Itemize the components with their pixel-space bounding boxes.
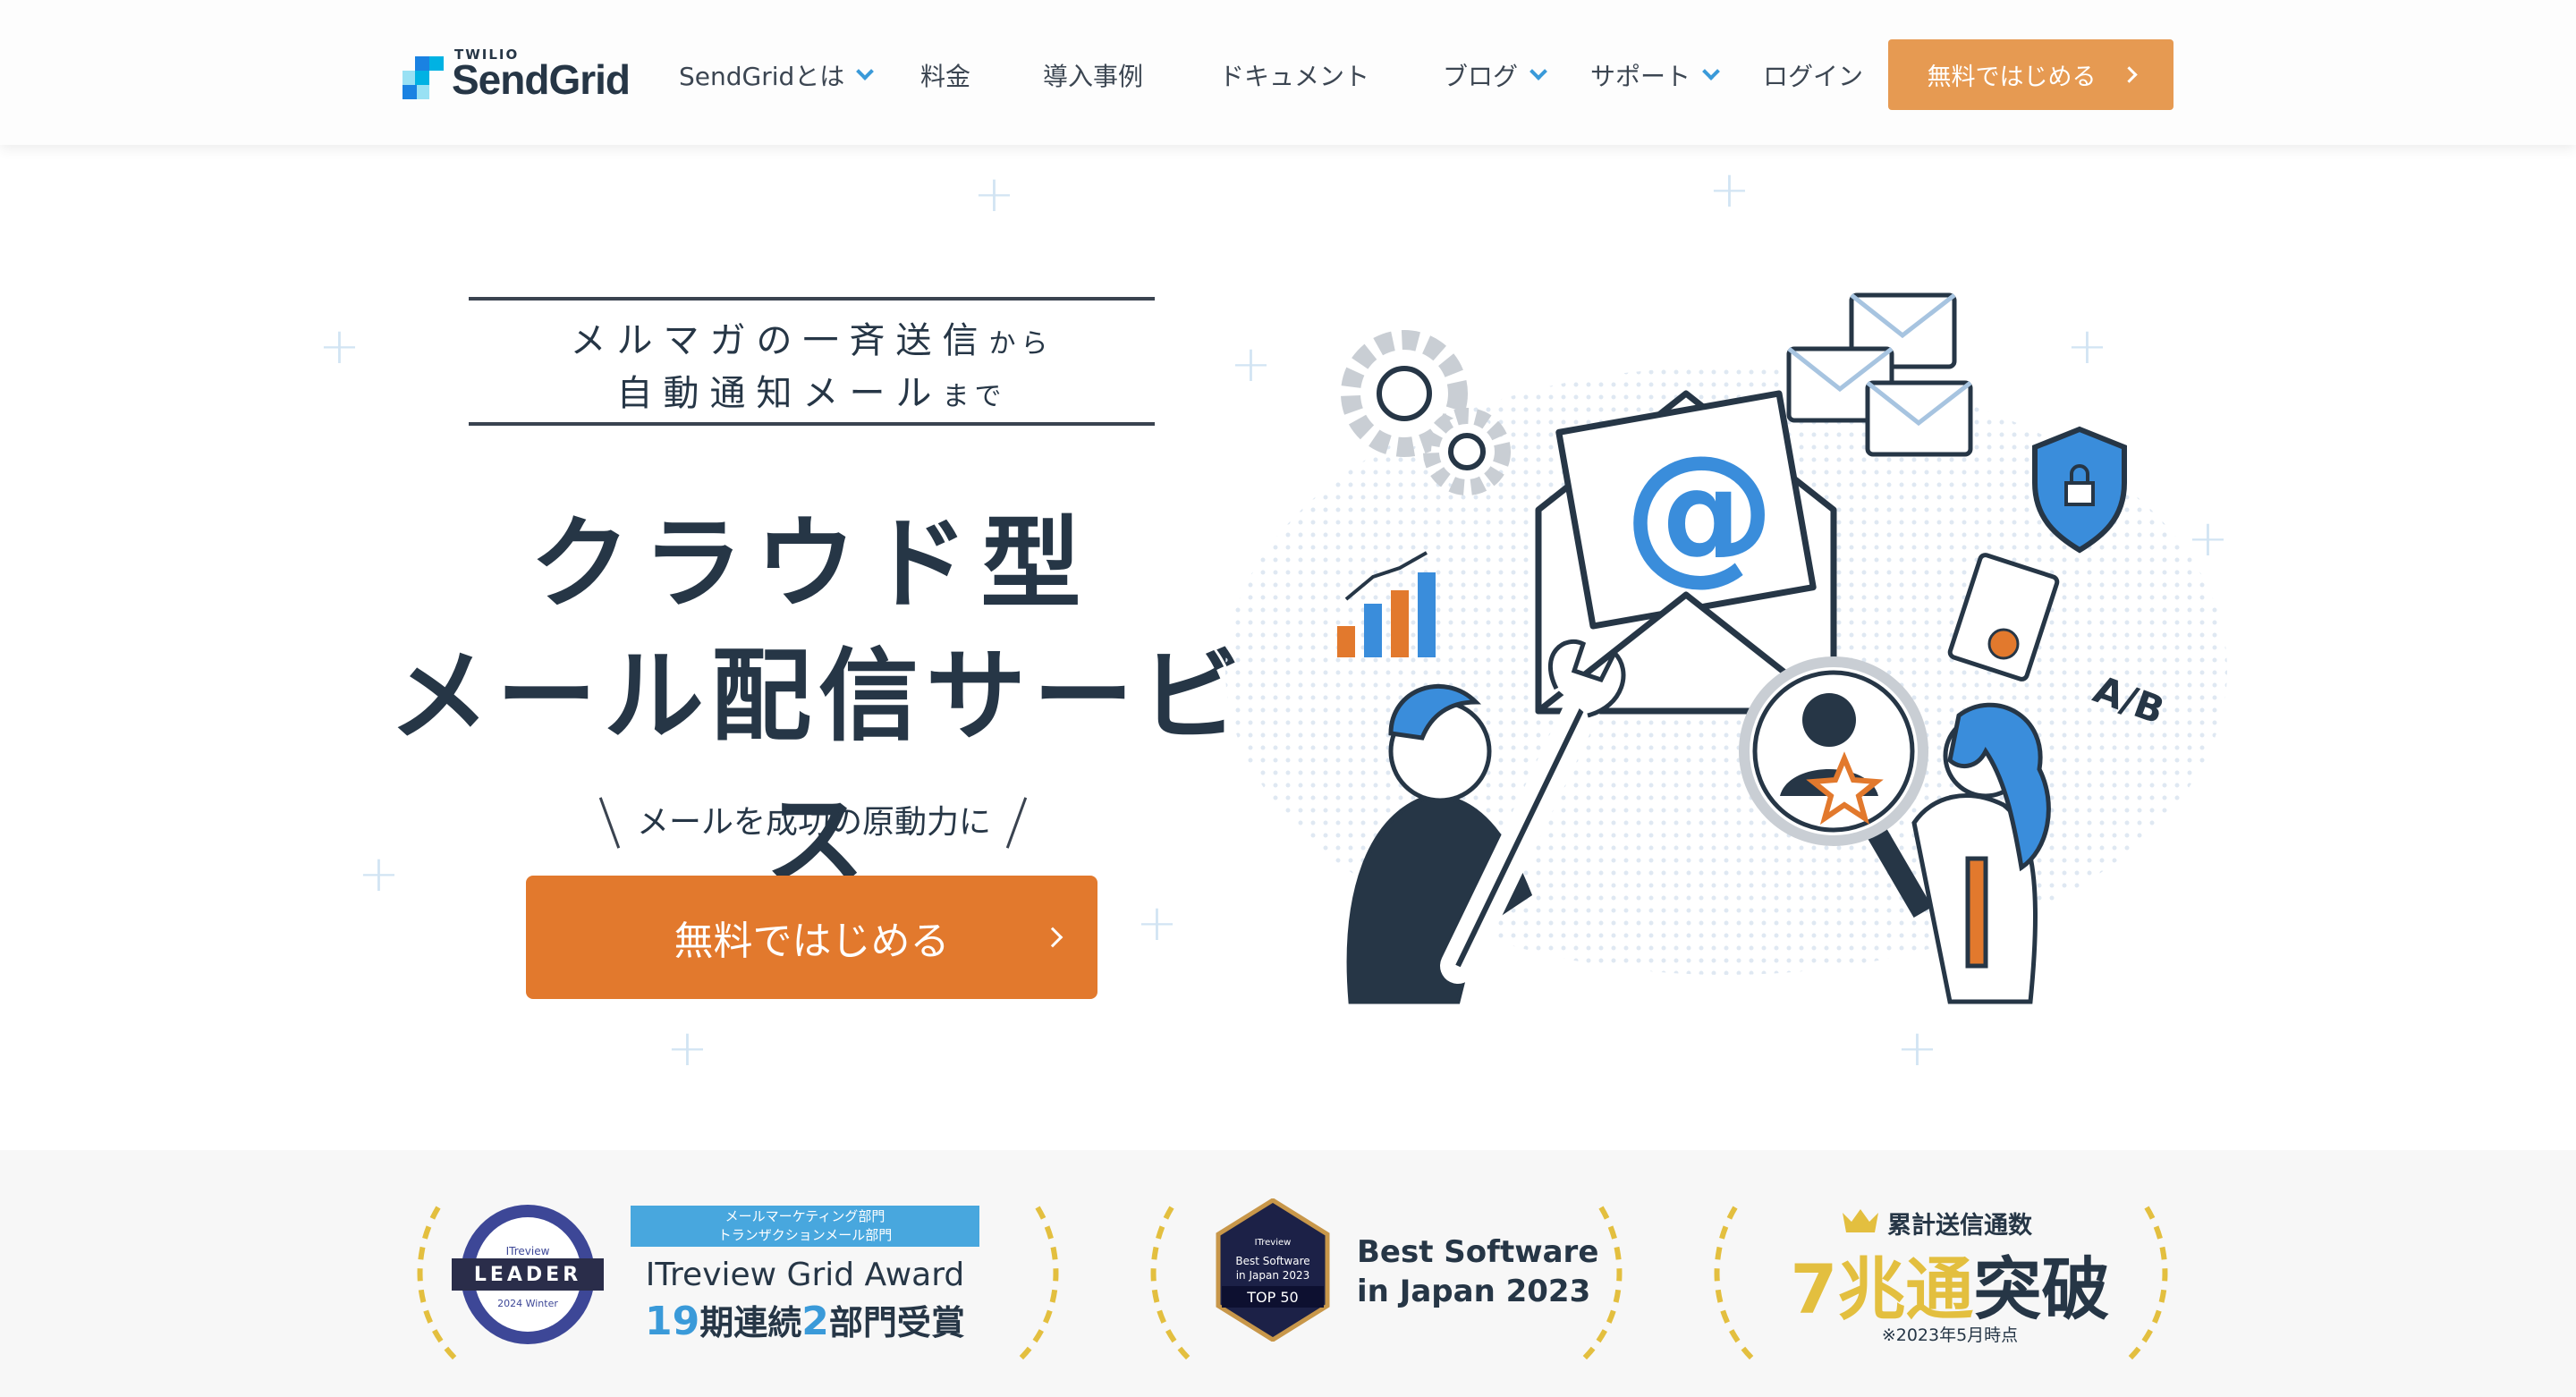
tagline-text: メルマガの一斉送信 [570, 320, 989, 361]
highlight-number: 2 [801, 1299, 829, 1344]
nav-pricing[interactable]: 料金 [920, 57, 970, 93]
hero-illustration: A/B @ [1225, 292, 2227, 1004]
nav-login[interactable]: ログイン [1763, 57, 1863, 93]
nav-label: SendGridとは [679, 62, 845, 91]
nav-docs[interactable]: ドキュメント [1219, 57, 1369, 93]
logo-sendgrid-text: SendGrid [452, 56, 631, 103]
nav-label: サポート [1590, 62, 1691, 91]
tagline-small: まで [942, 381, 1007, 412]
award-text: 期連続 [699, 1303, 802, 1342]
best-software-badge: ITreview Best Software in Japan 2023 TOP… [1216, 1198, 1330, 1342]
ribbon-line: トランザクションメール部門 [717, 1227, 893, 1243]
ribbon-line: メールマーケティング部門 [724, 1208, 886, 1224]
highlight-number: 19 [645, 1299, 700, 1344]
svg-text:ITreview: ITreview [506, 1245, 550, 1257]
award-title: ITreview Grid Award [645, 1257, 965, 1293]
chevron-down-icon [1702, 63, 1720, 80]
plus-decoration-icon: + [318, 318, 360, 376]
button-label: 無料ではじめる [674, 919, 950, 964]
award-title-line: Best Software [1357, 1234, 1599, 1270]
plus-decoration-icon: + [1708, 161, 1750, 219]
tagline-small: から [988, 328, 1054, 360]
header-signup-button[interactable]: 無料ではじめる [1888, 39, 2174, 110]
svg-text:TOP 50: TOP 50 [1246, 1289, 1298, 1306]
svg-text:Best Software: Best Software [1235, 1255, 1309, 1267]
nav-label: 料金 [920, 62, 971, 91]
headline-line2: メール配信サービス [389, 639, 1248, 900]
tagline-line2: 自動通知メールまで [469, 364, 1155, 416]
award-text: 突破 [1973, 1249, 2110, 1329]
tagline-rule-bottom [469, 422, 1155, 426]
envelope-icon: @ [1535, 390, 1837, 715]
nav-label: ログイン [1763, 62, 1864, 91]
hero-subline: メールを成功の原動力に [636, 804, 991, 841]
nav-support[interactable]: サポート [1590, 57, 1720, 93]
nav-case-studies[interactable]: 導入事例 [1043, 57, 1143, 93]
nav-label: ブログ [1443, 62, 1519, 91]
chevron-down-icon [1530, 63, 1547, 80]
plus-decoration-icon: + [1896, 1020, 1938, 1078]
hero-signup-button[interactable]: 無料ではじめる [526, 876, 1097, 999]
chevron-right-icon [1042, 927, 1063, 948]
award-title: Best Software in Japan 2023 [1357, 1232, 1598, 1311]
crown-icon [1843, 1209, 1878, 1232]
site-header: TWILIO SendGrid SendGridとは 料金 導入事例 ドキュメン… [0, 0, 2576, 145]
nav-sendgrid-about[interactable]: SendGridとは [679, 57, 875, 93]
svg-text:in Japan 2023: in Japan 2023 [1236, 1269, 1310, 1282]
plus-decoration-icon: + [973, 165, 1015, 224]
award-text: 部門受賞 [828, 1303, 965, 1342]
nav-blog[interactable]: ブログ [1443, 57, 1547, 93]
award-subtitle: 19期連続2部門受賞 [631, 1295, 979, 1344]
itreview-leader-badge: ITreview LEADER 2024 Winter [452, 1205, 604, 1344]
tagline-rule-top [469, 297, 1155, 301]
headline-line1: クラウド型 [530, 506, 1094, 622]
svg-text:@: @ [1623, 423, 1775, 600]
award-title-line: in Japan 2023 [1357, 1274, 1591, 1309]
tagline-text: 自動通知メール [616, 373, 943, 414]
nav-label: ドキュメント [1219, 62, 1370, 91]
svg-text:ITreview: ITreview [1255, 1238, 1292, 1248]
tagline-line1: メルマガの一斉送信から [469, 311, 1155, 363]
plus-decoration-icon: + [666, 1020, 708, 1078]
highlight-text: 7兆通 [1790, 1249, 1974, 1329]
award-ribbon: メールマーケティング部門 トランザクションメール部門 [631, 1206, 979, 1247]
svg-text:LEADER: LEADER [474, 1264, 581, 1286]
button-label: 無料ではじめる [1927, 64, 2097, 91]
svg-text:2024 Winter: 2024 Winter [497, 1298, 558, 1309]
award-headline: 7兆通突破 [1780, 1234, 2120, 1333]
chevron-right-icon [2120, 66, 2138, 83]
sendgrid-logo-icon [402, 56, 444, 99]
nav-label: 導入事例 [1043, 62, 1144, 91]
chevron-down-icon [856, 63, 875, 80]
award-note: ※2023年5月時点 [1881, 1325, 2019, 1345]
